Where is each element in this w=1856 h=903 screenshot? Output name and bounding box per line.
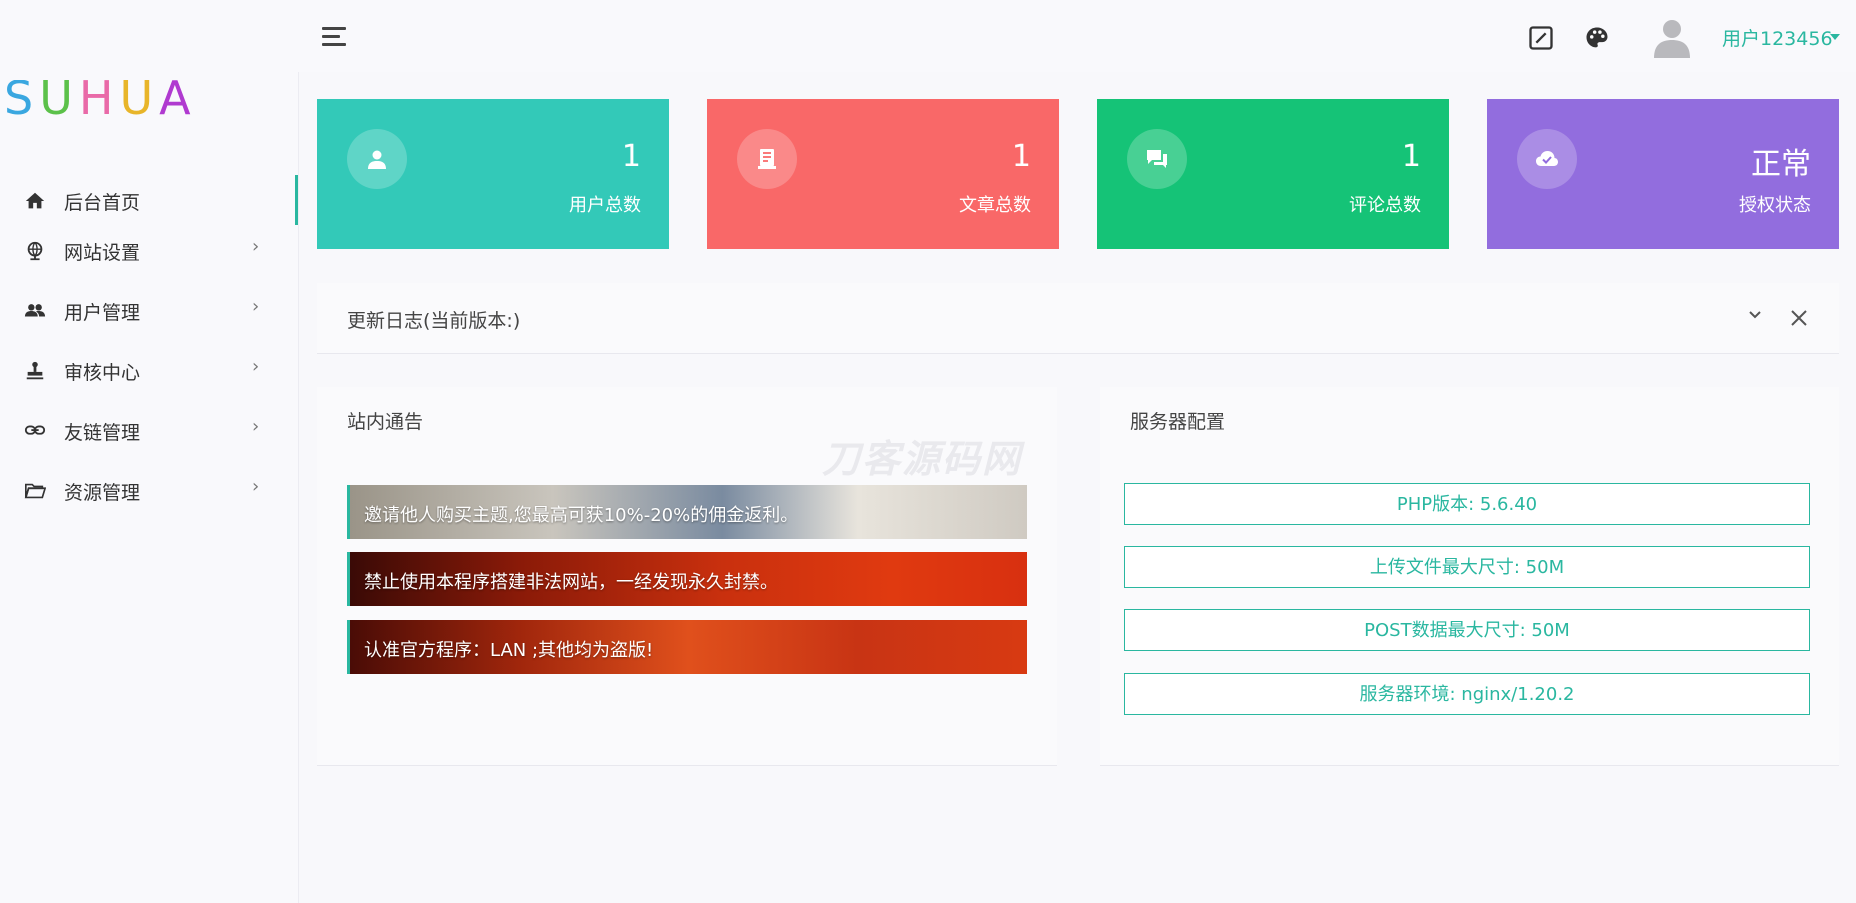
chevron-right-icon: › [252,416,260,437]
link-icon [24,425,46,435]
svg-text:SUHUA: SUHUA [4,80,197,120]
globe-icon [27,241,43,261]
notice-text: 认准官方程序：LAN ;其他均为盗版! [364,640,654,661]
watermark: 刀客源码网 [822,437,1023,481]
server-php-version[interactable]: PHP版本: 5.6.40 [1124,483,1810,525]
server-post-max[interactable]: POST数据最大尺寸: 50M [1124,609,1810,651]
card-title: 站内通告 [347,411,424,433]
sidebar-item-label: 友链管理 [64,422,141,444]
cloud-check-icon [1536,151,1558,166]
stat-card-comments[interactable]: 1 评论总数 [1097,99,1449,249]
sidebar-item-label: 后台首页 [64,192,141,214]
sidebar-item-label: 用户管理 [64,302,141,324]
chevron-down-icon[interactable] [1830,34,1840,40]
stamp-icon [26,361,44,380]
chevron-right-icon: › [252,476,260,497]
home-icon [25,192,45,209]
stat-value: 正常 [1751,147,1811,182]
notice-text: 禁止使用本程序搭建非法网站，一经发现永久封禁。 [364,572,778,593]
sidebar-item-label: 网站设置 [64,242,141,264]
stat-value: 1 [1401,139,1421,174]
stat-label: 评论总数 [1349,195,1421,216]
notice-text: 邀请他人购买主题,您最高可获10%-20%的佣金返利。 [364,505,799,526]
user-icon [368,150,386,169]
stat-value: 1 [1011,139,1031,174]
stat-card-articles[interactable]: 1 文章总数 [707,99,1059,249]
edit-icon[interactable] [1527,24,1555,52]
sidebar-item-home[interactable]: 后台首页 [0,175,298,225]
card-title: 服务器配置 [1130,411,1226,433]
chevron-right-icon: › [252,296,260,317]
sidebar: SUHUA 后台首页 网站设置 › 用户管理 › 审核中心 › 友链管理 › 资… [0,72,299,903]
sidebar-item-resources[interactable]: 资源管理 › [0,465,298,515]
palette-icon[interactable] [1583,24,1611,52]
server-config-card: 服务器配置 PHP版本: 5.6.40 上传文件最大尺寸: 50M POST数据… [1100,387,1839,766]
notice-item[interactable]: 邀请他人购买主题,您最高可获10%-20%的佣金返利。 [347,485,1027,539]
avatar[interactable] [1650,14,1694,58]
sidebar-item-review[interactable]: 审核中心 › [0,345,298,395]
stat-label: 授权状态 [1739,195,1811,216]
changelog-panel: 更新日志(当前版本:) [317,283,1839,354]
notice-item[interactable]: 禁止使用本程序搭建非法网站，一经发现永久封禁。 [347,552,1027,606]
menu-toggle-icon[interactable] [320,24,350,50]
users-icon [24,304,46,317]
chevron-right-icon: › [252,236,260,257]
sidebar-item-label: 资源管理 [64,482,141,504]
top-bar: 用户123456 [0,0,1856,72]
panel-title: 更新日志(当前版本:) [347,310,521,332]
notice-item[interactable]: 认准官方程序：LAN ;其他均为盗版! [347,620,1027,674]
stat-card-license[interactable]: 正常 授权状态 [1487,99,1839,249]
stat-label: 用户总数 [569,195,641,216]
comment-icon [1147,150,1167,168]
chevron-right-icon: › [252,356,260,377]
server-environment[interactable]: 服务器环境: nginx/1.20.2 [1124,673,1810,715]
server-upload-max[interactable]: 上传文件最大尺寸: 50M [1124,546,1810,588]
stat-value: 1 [621,139,641,174]
stat-icon-circle [347,129,407,189]
user-name[interactable]: 用户123456 [1722,24,1833,51]
sidebar-item-label: 审核中心 [64,362,141,384]
article-icon [758,149,776,169]
stat-label: 文章总数 [959,195,1031,216]
stat-icon-circle [737,129,797,189]
folder-icon [24,483,46,499]
brand-logo: SUHUA [4,80,197,120]
sidebar-item-users[interactable]: 用户管理 › [0,285,298,335]
stat-icon-circle [1127,129,1187,189]
sidebar-item-links[interactable]: 友链管理 › [0,405,298,455]
stat-card-users[interactable]: 1 用户总数 [317,99,669,249]
close-icon[interactable] [1789,308,1809,328]
chevron-down-icon[interactable] [1745,305,1765,325]
stat-icon-circle [1517,129,1577,189]
sidebar-item-site-settings[interactable]: 网站设置 › [0,225,298,275]
